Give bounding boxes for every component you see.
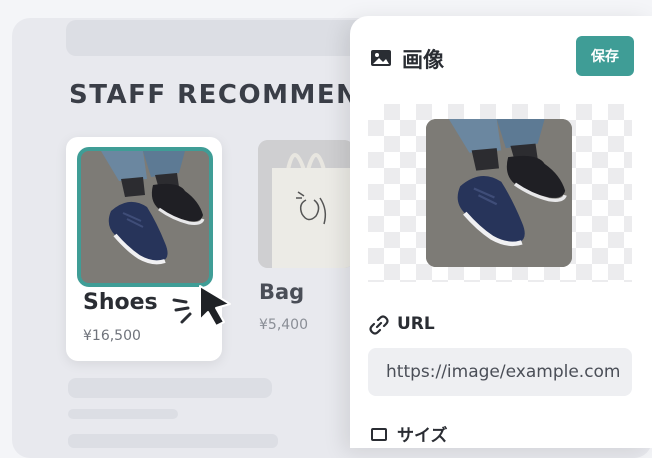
product-price: ¥16,500: [83, 328, 141, 344]
product-price: ¥5,400: [259, 317, 308, 333]
url-label: URL: [397, 314, 435, 334]
placeholder-bar: [68, 409, 178, 419]
product-image-bag[interactable]: [258, 140, 354, 268]
product-image-shoes[interactable]: [77, 147, 213, 287]
size-icon: [371, 428, 387, 441]
image-preview: [368, 104, 632, 282]
product-name: Bag: [259, 280, 305, 304]
bag-photo: [258, 140, 354, 268]
url-input[interactable]: [368, 348, 632, 396]
link-icon: [369, 315, 389, 335]
save-button[interactable]: 保存: [576, 36, 634, 76]
preview-image: [426, 119, 572, 267]
shoes-photo: [81, 151, 209, 283]
panel-title: 画像: [402, 48, 444, 72]
image-settings-panel: 画像 保存 URL サイズ: [350, 16, 652, 448]
image-icon: [371, 50, 391, 66]
placeholder-bar: [68, 378, 272, 398]
size-label: サイズ: [397, 426, 448, 446]
cursor-icon: [172, 285, 231, 327]
placeholder-bar: [68, 434, 278, 448]
shoes-photo: [426, 119, 572, 267]
placeholder-bar: [66, 20, 366, 56]
product-name: Shoes: [83, 290, 158, 315]
